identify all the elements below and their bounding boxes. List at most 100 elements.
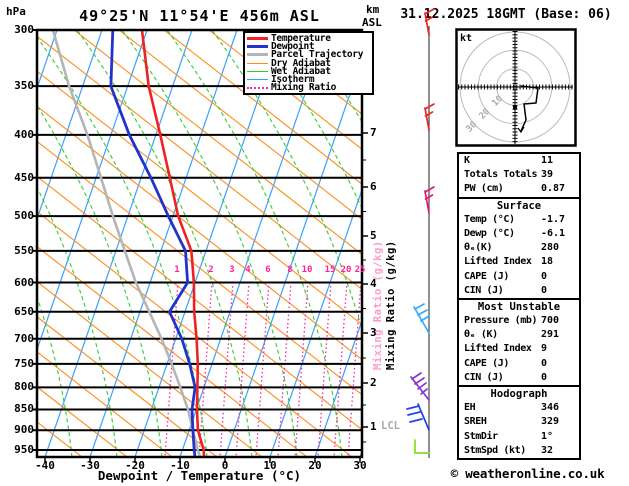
pressure-tick-label: 750 (14, 357, 34, 370)
stat-value: 9 (541, 343, 548, 355)
stat-value: 1° (541, 430, 554, 442)
stat-value: -6.1 (541, 227, 566, 239)
stat-value: 0 (541, 357, 548, 369)
wind-barb-icon (410, 372, 430, 401)
stat-label: EH (464, 402, 476, 414)
pressure-tick-label: 450 (14, 171, 34, 184)
km-tick-label: 7 (370, 126, 377, 139)
pressure-tick-label: 500 (14, 209, 34, 222)
stat-value: 291 (541, 329, 560, 341)
stat-label: Temp (°C) (464, 213, 515, 225)
legend-item-label: Mixing Ratio (271, 82, 337, 94)
table-row: Dewp (°C) -6.1 (459, 227, 579, 241)
table-row: CIN (J) 0 (459, 284, 579, 298)
stat-value: 11 (541, 155, 554, 166)
legend-sample-line (247, 79, 268, 81)
pressure-unit-label: hPa (6, 5, 26, 18)
table-row: EH 346 (459, 401, 579, 415)
stat-value: 18 (541, 256, 554, 268)
km-tick-label: 4 (370, 277, 377, 290)
legend-sample-line (247, 53, 268, 57)
pressure-tick-label: 400 (14, 128, 34, 141)
legend-sample-line (247, 86, 268, 89)
wind-barb-icon (414, 439, 430, 454)
stats-tables: K 11 Totals Totals 39 PW (cm) 0.87 Surface Temp… (457, 152, 581, 460)
mixing-ratio-value-label: 1 (174, 265, 180, 275)
pressure-tick-label: 650 (14, 305, 34, 318)
temp-tick-label: -10 (170, 459, 190, 472)
table-row: θₑ(K) 280 (459, 241, 579, 255)
hodograph-ring-label: 30 (465, 120, 480, 135)
stat-label: Lifted Index (464, 343, 532, 355)
wet-adiabat-line (76, 30, 253, 457)
stat-label: StmSpd (kt) (464, 444, 526, 456)
km-tick-label: 3 (370, 326, 377, 339)
temp-tick-label: -20 (125, 459, 145, 472)
stat-label: CAPE (J) (464, 357, 509, 369)
temp-tick-label: 0 (221, 459, 229, 472)
hodograph-unit-label: kt (460, 33, 472, 44)
stat-value: 0 (541, 371, 548, 383)
page-title: 49°25'N 11°54'E 456m ASL (79, 7, 320, 25)
legend-sample-line (247, 44, 268, 48)
legend-sample-line (247, 62, 268, 64)
km-tick-label: 2 (370, 376, 377, 389)
hodograph: 102030 kt (455, 28, 577, 147)
pressure-tick-label: 350 (14, 79, 34, 92)
copyright: © weatheronline.co.uk (450, 466, 605, 481)
mixing-ratio-axis-label: Mixing Ratio (g/kg) (385, 240, 397, 370)
stat-value: 280 (541, 242, 560, 254)
mixing-ratio-value-label: 15 (324, 265, 336, 275)
hodograph-trace (520, 85, 539, 132)
temp-tick-label: 10 (263, 459, 277, 472)
parcel-trajectory-curve (51, 30, 202, 457)
stats-section: Hodograph EH 346 SREH 329 StmDir 1° StmSpd (kt)… (457, 385, 581, 460)
pressure-tick-label: 550 (14, 244, 34, 257)
mixing-ratio-value-label: 4 (245, 265, 251, 275)
stats-section: K 11 Totals Totals 39 PW (cm) 0.87 (457, 152, 581, 199)
mixing-ratio-value-label: 10 (301, 265, 313, 275)
temp-tick-label: 30 (353, 459, 367, 472)
pressure-tick-label: 300 (14, 23, 34, 36)
stat-value: 0 (541, 284, 548, 296)
stat-label: CIN (J) (464, 371, 504, 383)
legend-sample-line (247, 36, 268, 40)
table-row: SREH 329 (459, 415, 579, 429)
legend-box: Temperature Dewpoint Parcel Trajectory Dry … (243, 31, 374, 96)
dry-adiabat-line (37, 280, 263, 457)
wind-barb-icon (406, 403, 430, 431)
pressure-tick-label: 700 (14, 332, 34, 345)
stat-label: PW (cm) (464, 183, 504, 195)
hodograph-ring-label: 10 (490, 94, 505, 109)
stat-value: 39 (541, 169, 554, 181)
stat-label: Totals Totals (464, 169, 538, 181)
table-row: StmSpd (kt) 32 (459, 444, 579, 458)
table-row: Lifted Index 18 (459, 255, 579, 269)
table-row: Lifted Index 9 (459, 342, 579, 356)
km-tick-label: 6 (370, 180, 377, 193)
wind-barb-icon (413, 303, 430, 334)
stat-label: Dewp (°C) (464, 227, 515, 239)
stats-section-header: Hodograph (490, 388, 548, 400)
table-row: CAPE (J) 0 (459, 270, 579, 284)
table-row: Temp (°C) -1.7 (459, 213, 579, 227)
stat-value: -1.7 (541, 213, 566, 225)
stat-value: 32 (541, 444, 554, 456)
km-tick-label: 5 (370, 229, 377, 242)
pressure-tick-label: 950 (14, 443, 34, 456)
pressure-tick-label: 600 (14, 276, 34, 289)
stat-value: 0 (541, 270, 548, 282)
stat-label: θₑ(K) (464, 242, 493, 254)
temp-tick-label: -40 (35, 459, 55, 472)
table-row: PW (cm) 0.87 (459, 182, 579, 196)
stat-label: K (464, 155, 470, 166)
stat-label: StmDir (464, 430, 498, 442)
mixing-ratio-value-label: 25 (354, 265, 366, 275)
legend-sample-line (247, 70, 268, 72)
temp-tick-label: 20 (308, 459, 322, 472)
hodograph-ring-label: 20 (478, 107, 493, 122)
stat-value: 329 (541, 416, 560, 428)
lcl-label: LCL (381, 420, 400, 432)
km-tick-label: 1 (370, 420, 377, 433)
sounding-page: { "header": { "pressure_unit": "hPa", "t… (0, 0, 629, 486)
